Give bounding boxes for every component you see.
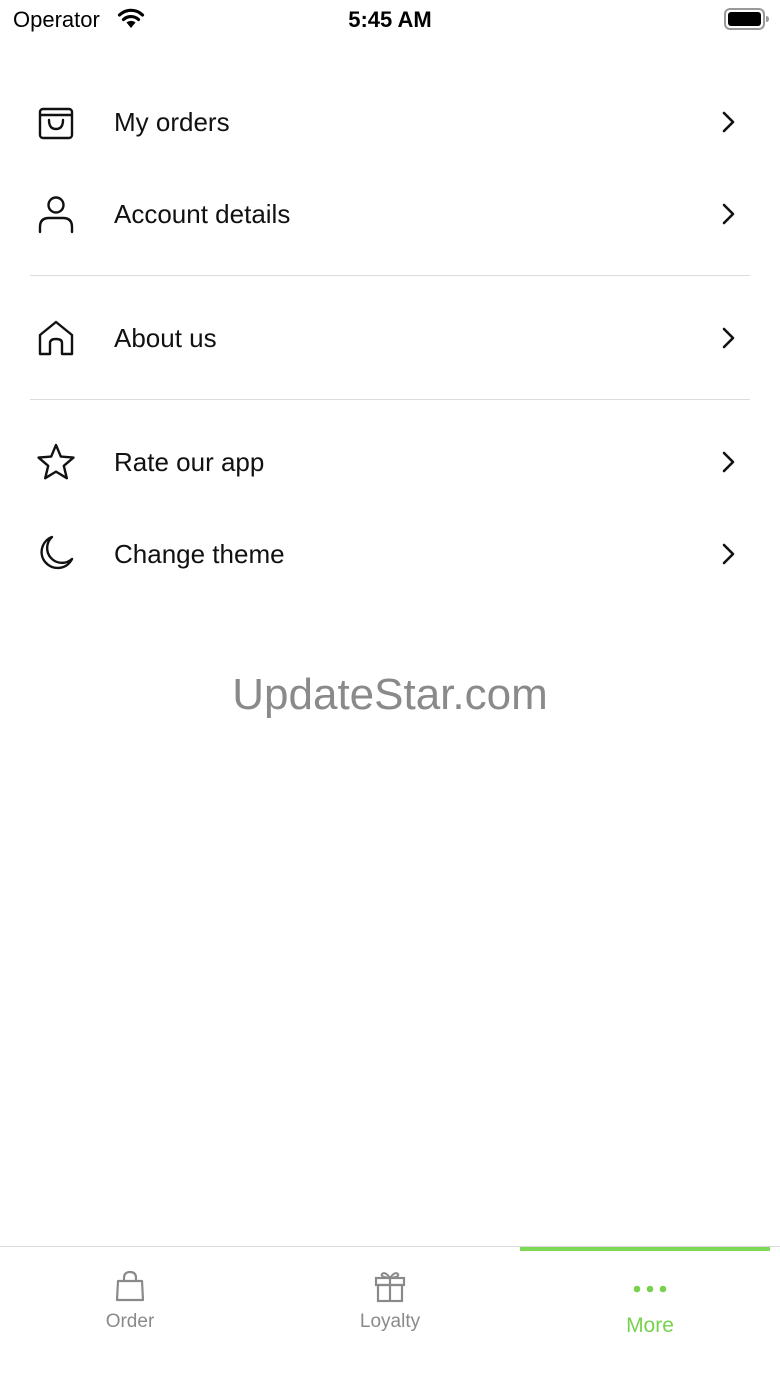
menu-item-rate-our-app[interactable]: Rate our app [0,416,780,508]
gift-icon [374,1272,406,1303]
home-icon [38,320,74,356]
active-tab-indicator [520,1247,770,1251]
menu-item-label: Change theme [114,539,285,569]
chevron-right-icon [722,451,735,473]
tab-bar: Order Loyalty More [0,1246,780,1388]
chevron-right-icon [722,203,735,225]
watermark: UpdateStar.com [232,670,548,719]
menu-item-about-us[interactable]: About us [0,292,780,384]
chevron-right-icon [722,543,735,565]
menu-item-label: Rate our app [114,447,265,477]
more-dots-icon [633,1285,667,1293]
menu-item-account-details[interactable]: Account details [0,168,780,260]
shopping-bag-icon [38,107,74,140]
chevron-right-icon [722,327,735,349]
star-icon [37,443,75,480]
status-time: 5:45 AM [348,7,432,32]
moon-icon [40,535,74,570]
bag-icon [115,1270,145,1302]
menu-item-label: About us [114,323,217,353]
tab-label: More [626,1314,674,1337]
chevron-right-icon [722,111,735,133]
menu-item-label: My orders [114,107,230,137]
tab-label: Loyalty [359,1311,421,1332]
section-divider [30,275,750,276]
battery-icon [724,8,769,30]
menu-item-my-orders[interactable]: My orders [0,76,780,168]
tab-loyalty[interactable]: Loyalty [260,1247,520,1388]
person-icon [38,196,74,234]
status-bar: Operator 5:45 AM [0,0,780,40]
menu-item-label: Account details [114,199,291,229]
tab-label: Order [105,1311,155,1332]
section-divider [30,399,750,400]
menu-item-change-theme[interactable]: Change theme [0,508,780,600]
tab-order[interactable]: Order [0,1247,260,1388]
tab-more[interactable]: More [520,1247,780,1388]
